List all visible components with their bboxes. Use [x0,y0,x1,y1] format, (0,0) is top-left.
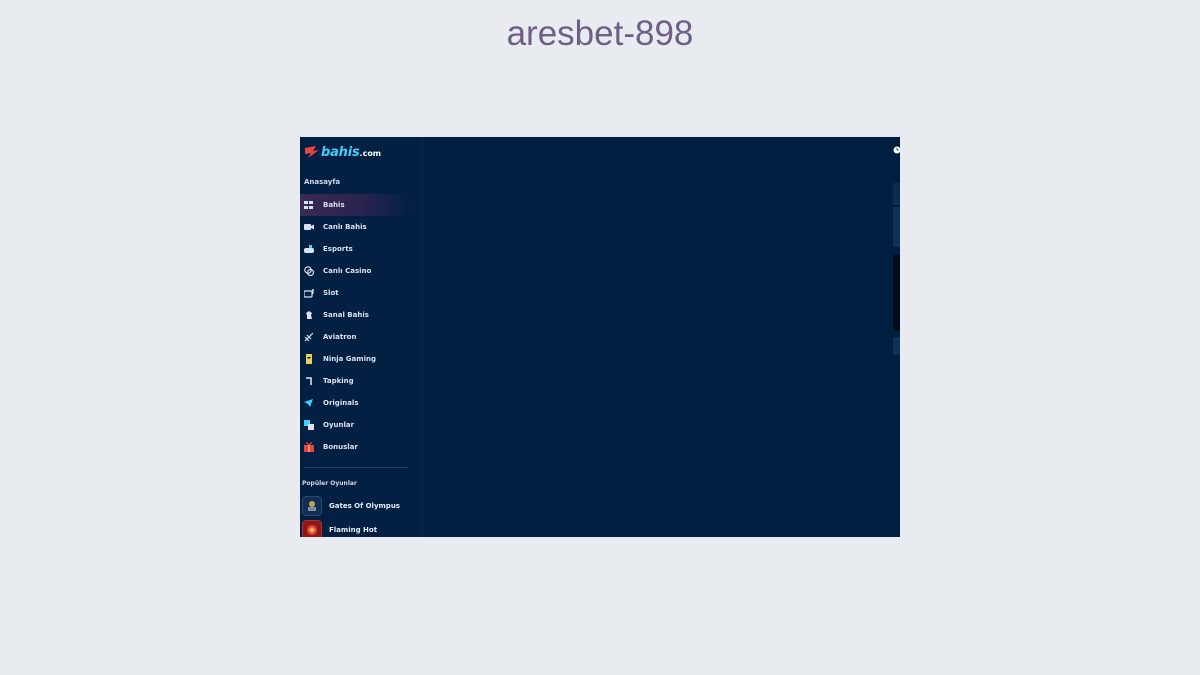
sidebar-item-aviatron[interactable]: Aviatron [300,326,410,348]
sidebar-item-tapking[interactable]: Tapking [300,370,410,392]
logo-text: bahis [321,144,360,160]
sidebar-item-label: Slot [323,289,339,297]
originals-icon [304,399,313,407]
live-video-icon [304,224,314,230]
sidebar-item-label: Canlı Bahis [323,223,367,231]
sidebar-home-link[interactable]: Anasayfa [304,178,340,186]
popular-game-flaming-hot[interactable]: Flaming Hot [302,520,377,537]
sidebar-item-label: Tapking [323,377,354,385]
games-icon [304,420,314,430]
logo[interactable]: bahis .com [304,142,381,162]
sidebar-item-label: Sanal Bahis [323,311,369,319]
ninja-icon [306,354,312,364]
plane-icon [304,332,314,342]
sidebar-item-label: Canlı Casino [323,267,372,275]
sidebar-item-label: Aviatron [323,333,357,341]
game-label: Gates Of Olympus [329,502,400,510]
sidebar-item-label: Esports [323,245,353,253]
sidebar-item-label: Bonuslar [323,443,358,451]
betting-icon [304,201,313,209]
sidebar-item-label: Originals [323,399,359,407]
popular-game-gates-of-olympus[interactable]: Gates Of Olympus [302,496,400,516]
sidebar-item-ninja-gaming[interactable]: Ninja Gaming [300,348,410,370]
page-title: aresbet-898 [506,14,694,53]
sidebar-item-label: Oyunlar [323,421,355,429]
sidebar-divider [304,467,408,468]
sidebar-item-bonuslar[interactable]: Bonuslar [300,436,410,458]
edge-banner[interactable] [893,255,900,331]
sidebar-menu: Bahis Canlı Bahis Esports Canlı Casino S… [300,194,410,458]
edge-button[interactable] [893,337,900,355]
logo-icon [305,146,319,158]
gamepad-icon [304,245,314,253]
horse-icon [306,311,312,319]
flame-icon [307,525,317,535]
sidebar-item-esports[interactable]: Esports [300,238,410,260]
screenshot-frame: bahis .com Anasayfa Bahis Canlı Bahis Es… [300,137,900,537]
sidebar-item-oyunlar[interactable]: Oyunlar [300,414,410,436]
logo-domain: .com [359,149,382,158]
sidebar-item-label: Bahis [323,201,345,209]
game-thumbnail [302,496,322,516]
edge-button[interactable] [893,207,900,247]
clock-icon[interactable] [893,146,900,154]
sidebar-item-bahis[interactable]: Bahis [300,194,410,216]
edge-button[interactable] [893,183,900,205]
sidebar-item-canli-bahis[interactable]: Canlı Bahis [300,216,410,238]
olympus-icon [308,501,316,511]
sidebar-item-label: Ninja Gaming [323,355,376,363]
game-thumbnail [302,520,322,537]
right-panel-edge [883,137,900,537]
sidebar-item-sanal-bahis[interactable]: Sanal Bahis [300,304,410,326]
game-label: Flaming Hot [329,526,378,534]
sidebar-item-canli-casino[interactable]: Canlı Casino [300,260,410,282]
tapking-icon [306,377,312,385]
slot-machine-icon [304,289,314,298]
chips-icon [304,266,314,276]
popular-games-heading: Popüler Oyunlar [302,480,357,487]
gift-icon [304,442,314,452]
sidebar: bahis .com Anasayfa Bahis Canlı Bahis Es… [300,137,423,537]
sidebar-item-originals[interactable]: Originals [300,392,410,414]
sidebar-item-slot[interactable]: Slot [300,282,410,304]
